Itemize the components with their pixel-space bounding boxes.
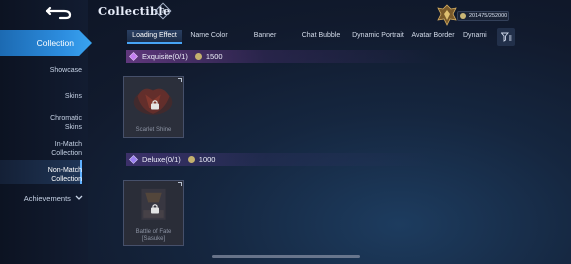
gem-icon bbox=[129, 155, 138, 164]
tab-dynamic-portrait[interactable]: Dynamic Portrait bbox=[351, 30, 405, 44]
section-cost: 1500 bbox=[205, 52, 223, 61]
item-name: Battle of Fate [Sasuke] bbox=[135, 229, 172, 242]
section-title: Exquisite(0/1) bbox=[142, 52, 188, 61]
tab-label: Dynami bbox=[463, 32, 487, 39]
tab-label: Chat Bubble bbox=[301, 32, 341, 39]
lock-icon bbox=[151, 204, 159, 214]
back-button[interactable] bbox=[40, 1, 78, 23]
achievements-label: Achievements bbox=[23, 194, 71, 203]
tab-label: Avatar Border bbox=[411, 32, 455, 39]
sidebar-item-skins[interactable]: Skins bbox=[0, 92, 82, 101]
gem-icon bbox=[129, 52, 138, 61]
sidebar-item-achievements[interactable]: Achievements bbox=[0, 194, 86, 203]
coin-icon bbox=[194, 53, 202, 60]
item-card-scarlet-shine[interactable]: Scarlet Shine bbox=[123, 76, 184, 138]
lock-icon bbox=[151, 100, 159, 110]
tab-bar: Loading Effect Name Color Banner Chat Bu… bbox=[127, 30, 495, 44]
sidebar-item-chromatic-skins[interactable]: Chromatic Skins bbox=[0, 114, 82, 132]
sidebar-item-collection[interactable]: Collection bbox=[0, 30, 92, 56]
card-corner-mark bbox=[178, 78, 182, 82]
tab-label: Loading Effect bbox=[132, 32, 177, 39]
coin-icon bbox=[187, 156, 195, 163]
tab-avatar-border[interactable]: Avatar Border bbox=[409, 30, 457, 44]
back-arrow-icon bbox=[45, 6, 72, 20]
tab-label: Banner bbox=[253, 32, 277, 39]
tab-label: Dynamic Portrait bbox=[352, 32, 404, 39]
points-value: 201475/252000 bbox=[469, 13, 508, 19]
item-name: Scarlet Shine bbox=[135, 127, 172, 133]
collection-label: Collection bbox=[36, 38, 74, 48]
item-card-battle-of-fate-sasuke[interactable]: Battle of Fate [Sasuke] bbox=[123, 180, 184, 246]
section-cost: 1000 bbox=[198, 155, 216, 164]
sidebar-item-in-match-collection[interactable]: In-Match Collection bbox=[0, 140, 82, 158]
tab-label: Name Color bbox=[190, 32, 228, 39]
help-diamond-icon: ? bbox=[161, 7, 165, 15]
section-title: Deluxe(0/1) bbox=[142, 155, 181, 164]
tab-loading-effect[interactable]: Loading Effect bbox=[127, 30, 182, 44]
tab-dynamic-truncated[interactable]: Dynami bbox=[463, 30, 495, 44]
rank-emblem-icon bbox=[437, 4, 457, 26]
sidebar-item-non-match-collection[interactable]: Non-Match Collection bbox=[0, 166, 82, 184]
coin-icon bbox=[460, 13, 466, 19]
home-indicator[interactable] bbox=[212, 255, 360, 258]
chevron-down-icon bbox=[75, 195, 83, 200]
filter-button[interactable] bbox=[497, 28, 515, 46]
tab-name-color[interactable]: Name Color bbox=[185, 30, 233, 44]
tab-chat-bubble[interactable]: Chat Bubble bbox=[297, 30, 345, 44]
sidebar-item-showcase[interactable]: Showcase bbox=[0, 66, 82, 75]
tab-banner[interactable]: Banner bbox=[245, 30, 285, 44]
filter-sort-icon bbox=[500, 32, 511, 42]
card-corner-mark bbox=[178, 182, 182, 186]
active-tab-indicator bbox=[127, 42, 182, 44]
sidebar: Collection Showcase Skins Chromatic Skin… bbox=[0, 0, 92, 264]
section-header-deluxe: Deluxe(0/1) 1000 bbox=[126, 153, 436, 166]
section-header-exquisite: Exquisite(0/1) 1500 bbox=[126, 50, 436, 63]
